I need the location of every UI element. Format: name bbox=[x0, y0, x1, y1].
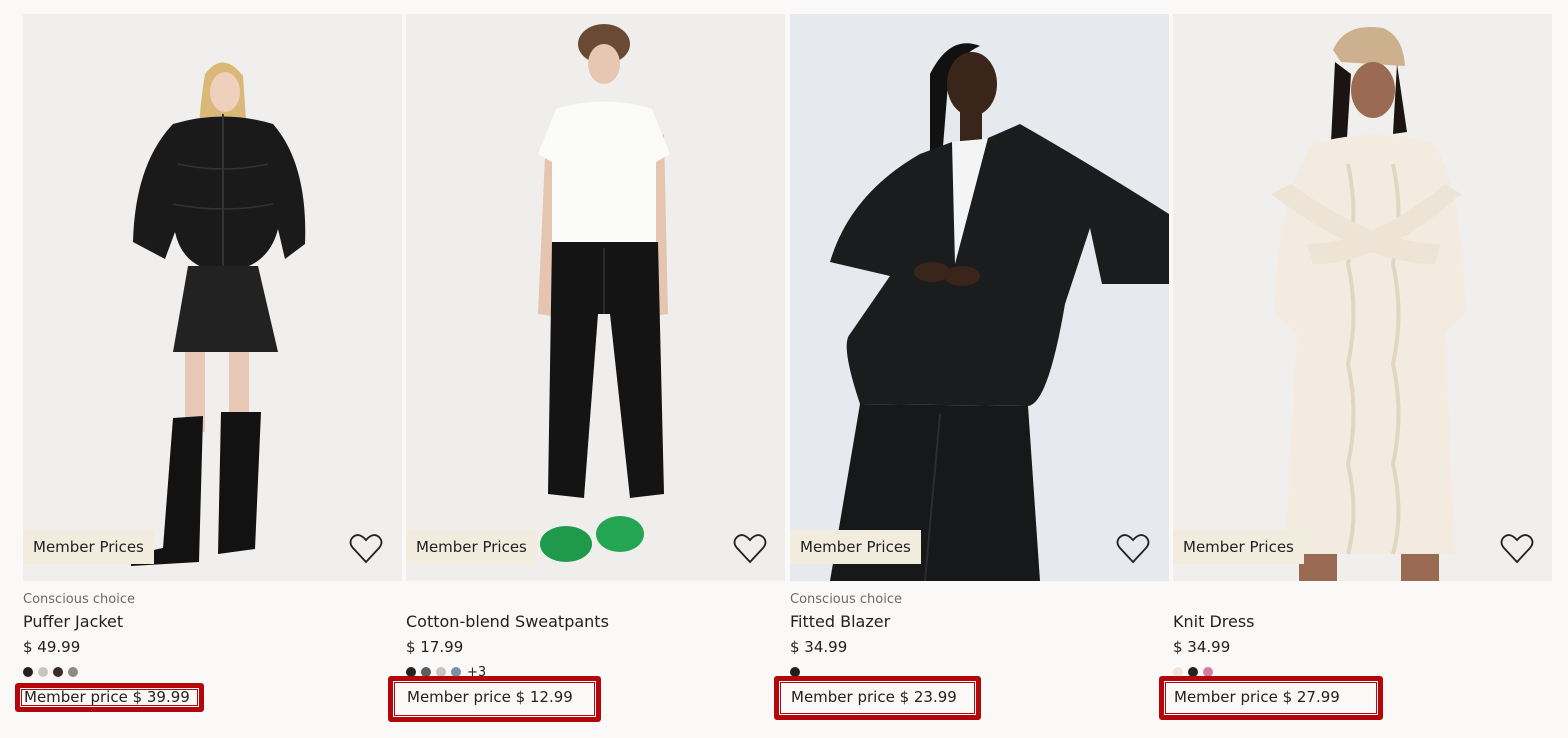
product-card-puffer-jacket: Member Prices Conscious choice Puffer Ja… bbox=[15, 14, 402, 734]
member-price: Member price $ 39.99 bbox=[24, 688, 190, 706]
product-grid: Member Prices Conscious choice Puffer Ja… bbox=[0, 0, 1568, 738]
product-image[interactable]: Member Prices bbox=[406, 14, 785, 581]
member-prices-badge: Member Prices bbox=[23, 530, 154, 564]
member-price: Member price $ 12.99 bbox=[407, 688, 573, 706]
member-price: Member price $ 27.99 bbox=[1174, 688, 1340, 706]
conscious-choice-label: Conscious choice bbox=[790, 592, 902, 607]
favorite-heart-icon[interactable] bbox=[1500, 533, 1534, 565]
favorite-heart-icon[interactable] bbox=[349, 533, 383, 565]
favorite-heart-icon[interactable] bbox=[733, 533, 767, 565]
product-image[interactable]: Member Prices bbox=[790, 14, 1169, 581]
product-name[interactable]: Knit Dress bbox=[1173, 612, 1255, 631]
product-card-cotton-blend-sweatpants: Member Prices Cotton-blend Sweatpants $ … bbox=[388, 14, 785, 734]
color-swatch-dark-brown[interactable] bbox=[53, 667, 63, 677]
product-name[interactable]: Fitted Blazer bbox=[790, 612, 890, 631]
product-card-knit-dress: Member Prices Knit Dress $ 34.99 Member … bbox=[1159, 14, 1552, 734]
product-name[interactable]: Cotton-blend Sweatpants bbox=[406, 612, 609, 631]
color-swatch-light-grey[interactable] bbox=[38, 667, 48, 677]
member-prices-badge: Member Prices bbox=[790, 530, 921, 564]
product-image[interactable]: Member Prices bbox=[23, 14, 402, 581]
product-image-illustration bbox=[406, 14, 785, 581]
product-card-fitted-blazer: Member Prices Conscious choice Fitted Bl… bbox=[774, 14, 1169, 734]
member-price: Member price $ 23.99 bbox=[791, 688, 957, 706]
product-image[interactable]: Member Prices bbox=[1173, 14, 1552, 581]
product-price: $ 34.99 bbox=[1173, 638, 1231, 656]
color-swatches bbox=[23, 666, 83, 678]
product-image-illustration bbox=[790, 14, 1169, 581]
product-price: $ 17.99 bbox=[406, 638, 464, 656]
product-image-illustration bbox=[23, 14, 402, 581]
color-swatch-khaki[interactable] bbox=[68, 667, 78, 677]
product-name[interactable]: Puffer Jacket bbox=[23, 612, 123, 631]
member-prices-badge: Member Prices bbox=[1173, 530, 1304, 564]
member-prices-badge: Member Prices bbox=[406, 530, 537, 564]
product-price: $ 49.99 bbox=[23, 638, 81, 656]
product-image-illustration bbox=[1173, 14, 1552, 581]
product-price: $ 34.99 bbox=[790, 638, 848, 656]
favorite-heart-icon[interactable] bbox=[1116, 533, 1150, 565]
conscious-choice-label: Conscious choice bbox=[23, 592, 135, 607]
color-swatch-black[interactable] bbox=[23, 667, 33, 677]
